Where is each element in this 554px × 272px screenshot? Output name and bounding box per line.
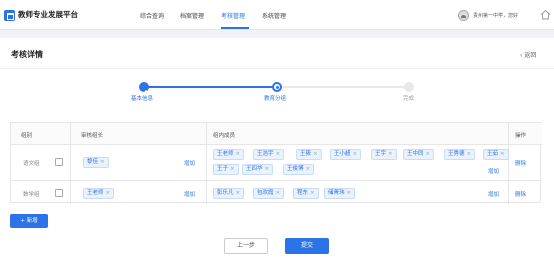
platform-logo-icon bbox=[4, 10, 15, 21]
member-tag: 王宇 × bbox=[371, 149, 397, 160]
step-1-check-icon bbox=[139, 82, 149, 95]
add-leader-link[interactable]: 增加 bbox=[184, 159, 195, 167]
step-1-label: 基本信息 bbox=[131, 96, 154, 102]
add-leader-link[interactable]: 增加 bbox=[184, 190, 195, 198]
close-icon[interactable]: × bbox=[426, 151, 431, 157]
column-header-action: 操作 bbox=[515, 133, 527, 139]
member-tag-label: 王四华 bbox=[246, 166, 263, 172]
leader-tag: 黎佳 × bbox=[83, 157, 109, 168]
member-tag: 彭乐凡 × bbox=[213, 188, 245, 199]
member-tag: 王筱 × bbox=[296, 149, 322, 160]
step-3-label: 完成 bbox=[403, 96, 415, 102]
add-group-button[interactable]: + 新增 bbox=[10, 214, 48, 228]
back-link[interactable]: ‹ 返回 bbox=[520, 50, 536, 59]
leader-tag: 王老师 × bbox=[83, 188, 115, 199]
leader-tag-label: 黎佳 bbox=[87, 159, 99, 165]
add-member-link[interactable]: 增加 bbox=[488, 167, 499, 175]
close-icon[interactable]: × bbox=[347, 190, 352, 196]
delete-row-link[interactable]: 删除 bbox=[515, 159, 526, 167]
close-icon[interactable]: × bbox=[388, 151, 393, 157]
close-icon[interactable]: × bbox=[100, 159, 105, 165]
edit-icon[interactable] bbox=[55, 158, 63, 166]
step-3-pending-indicator bbox=[404, 82, 414, 92]
member-tag: 王小超 × bbox=[330, 149, 362, 160]
submit-button[interactable]: 提交 bbox=[285, 238, 329, 254]
close-icon[interactable]: × bbox=[265, 166, 270, 172]
leader-tag-label: 王老师 bbox=[87, 190, 104, 196]
member-tag: 王子 × bbox=[213, 164, 239, 175]
assessment-detail-card: 考核详情 ‹ 返回 基本信息 教育分组 完成 组别 审核组长 组内成员 操作 语… bbox=[0, 38, 554, 272]
column-header-leader: 审核组长 bbox=[81, 133, 104, 139]
nav-item-assessment[interactable]: 考核管理 bbox=[221, 11, 245, 20]
close-icon[interactable]: × bbox=[313, 151, 318, 157]
member-tag: 王中同 × bbox=[403, 149, 435, 160]
member-tag-label: 王中同 bbox=[407, 151, 424, 157]
add-member-link[interactable]: 增加 bbox=[488, 190, 499, 198]
member-tag-label: 王老师 bbox=[217, 151, 234, 157]
previous-step-button[interactable]: 上一步 bbox=[224, 238, 268, 254]
back-link-label: 返回 bbox=[524, 52, 537, 59]
member-tag-label: 王宇 bbox=[375, 151, 387, 157]
close-icon[interactable]: × bbox=[467, 151, 472, 157]
nav-item-query[interactable]: 综合查询 bbox=[140, 11, 164, 20]
member-tag-label: 王浩宇 bbox=[257, 151, 274, 157]
user-greeting[interactable]: 贵州第一中学，您好 bbox=[473, 12, 518, 19]
member-tag-label: 储菁玮 bbox=[328, 190, 345, 196]
close-icon[interactable]: × bbox=[236, 190, 241, 196]
group-name: 数学组 bbox=[23, 192, 40, 198]
column-divider bbox=[508, 123, 509, 204]
close-icon[interactable]: × bbox=[310, 190, 315, 196]
member-tag: 程东 × bbox=[293, 188, 319, 199]
member-tag: 王秀德 × bbox=[444, 149, 476, 160]
column-divider bbox=[70, 123, 71, 204]
close-icon[interactable]: × bbox=[276, 151, 281, 157]
column-header-group: 组别 bbox=[21, 133, 33, 139]
member-tag-label: 王俊博 bbox=[287, 166, 304, 172]
active-nav-indicator bbox=[221, 27, 249, 29]
home-icon[interactable] bbox=[540, 9, 551, 20]
member-tag-label: 王茹 bbox=[487, 151, 499, 157]
member-tag-label: 王小超 bbox=[334, 151, 351, 157]
group-table: 组别 审核组长 组内成员 操作 语文组 黎佳 × 增加 王老师 × 王浩宇 × 王筱 ×… bbox=[10, 122, 542, 204]
member-tag: 王老师 × bbox=[213, 149, 245, 160]
column-divider bbox=[206, 123, 207, 204]
title-divider bbox=[0, 68, 554, 69]
table-header-row: 组别 审核组长 组内成员 操作 bbox=[11, 123, 542, 145]
close-icon[interactable]: × bbox=[306, 166, 311, 172]
platform-brand: 教师专业发展平台 bbox=[18, 10, 78, 19]
member-tag-label: 包欢霞 bbox=[257, 190, 274, 196]
member-tag: 王四华 × bbox=[242, 164, 274, 175]
delete-row-link[interactable]: 删除 bbox=[515, 190, 526, 198]
member-tag-label: 王子 bbox=[217, 166, 229, 172]
member-tag-label: 彭乐凡 bbox=[217, 190, 234, 196]
column-header-members: 组内成员 bbox=[213, 133, 236, 139]
nav-item-system[interactable]: 系统管理 bbox=[262, 11, 286, 20]
top-navigation-bar: 教师专业发展平台 综合查询 档案管理 考核管理 系统管理 贵州第一中学，您好 bbox=[0, 0, 554, 30]
close-icon[interactable]: × bbox=[276, 190, 281, 196]
member-tag: 王浩宇 × bbox=[253, 149, 285, 160]
member-tag: 王茹 × bbox=[483, 149, 509, 160]
close-icon[interactable]: × bbox=[106, 190, 111, 196]
step-connector-todo bbox=[282, 86, 409, 88]
close-icon[interactable]: × bbox=[500, 151, 505, 157]
close-icon[interactable]: × bbox=[230, 166, 235, 172]
user-avatar[interactable] bbox=[458, 10, 469, 21]
group-name: 语文组 bbox=[23, 161, 40, 167]
nav-item-archives[interactable]: 档案管理 bbox=[180, 11, 204, 20]
member-tag: 王俊博 × bbox=[283, 164, 315, 175]
close-icon[interactable]: × bbox=[236, 151, 241, 157]
page-title: 考核详情 bbox=[11, 50, 43, 59]
step-2-current-indicator bbox=[272, 82, 282, 92]
step-connector-done bbox=[148, 86, 277, 88]
member-tag: 包欢霞 × bbox=[253, 188, 285, 199]
member-tag-label: 程东 bbox=[297, 190, 309, 196]
row-divider bbox=[11, 180, 542, 181]
close-icon[interactable]: × bbox=[353, 151, 358, 157]
member-tag-label: 王筱 bbox=[300, 151, 312, 157]
step-2-label: 教育分组 bbox=[264, 96, 287, 102]
member-tag: 储菁玮 × bbox=[324, 188, 356, 199]
edit-icon[interactable] bbox=[55, 189, 63, 197]
member-tag-label: 王秀德 bbox=[448, 151, 465, 157]
